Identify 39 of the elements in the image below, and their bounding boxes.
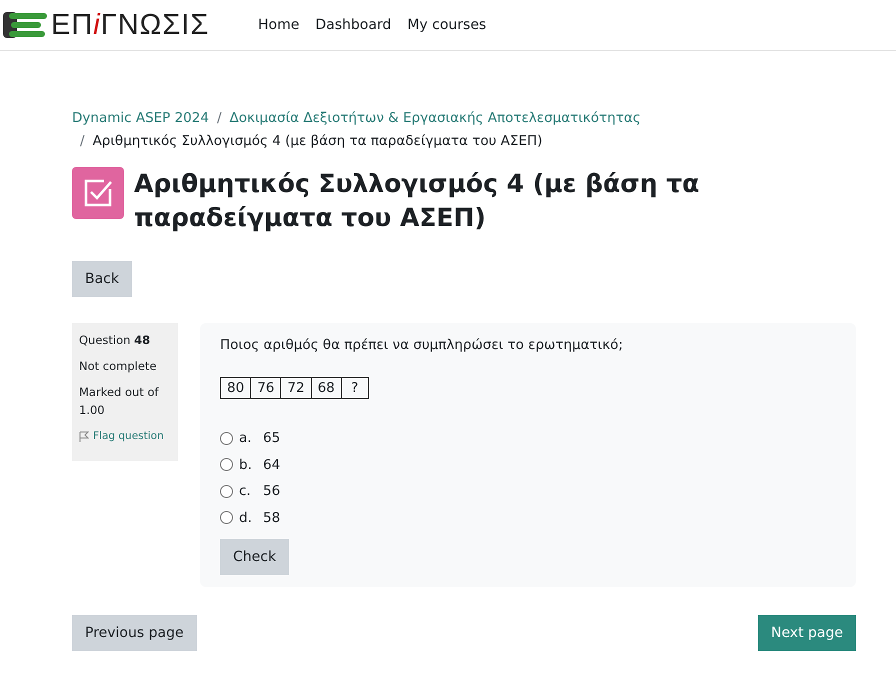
- option-label[interactable]: 64: [263, 456, 280, 473]
- breadcrumb-link[interactable]: Dynamic ASEP 2024: [72, 110, 209, 126]
- check-button[interactable]: Check: [220, 539, 290, 575]
- table-cell: 68: [311, 378, 342, 398]
- back-button[interactable]: Back: [72, 261, 132, 297]
- radio-button[interactable]: [220, 511, 233, 524]
- previous-page-button[interactable]: Previous page: [72, 615, 197, 651]
- breadcrumb-separator: /: [80, 133, 85, 149]
- option-letter: d.: [239, 510, 253, 526]
- quiz-icon: [72, 167, 124, 219]
- option-letter: a.: [239, 430, 253, 446]
- next-page-button[interactable]: Next page: [758, 615, 856, 651]
- table-cell: 72: [280, 378, 312, 398]
- question-number: Question 48: [79, 332, 152, 349]
- nav-link[interactable]: My courses: [407, 17, 486, 33]
- table-cell: 76: [250, 378, 281, 398]
- question-text: Ποιος αριθμός θα πρέπει να συμπληρώσει το ερωτηματικό;: [220, 337, 624, 353]
- option-label[interactable]: 56: [263, 483, 280, 500]
- radio-button[interactable]: [220, 458, 233, 472]
- question-mark: Marked out of 1.00: [79, 384, 160, 419]
- breadcrumb-current: Αριθμητικός Συλλογισμός 4 (με βάση τα παραδείγματα του ΑΣΕΠ): [92, 133, 542, 149]
- question-state: Not complete: [79, 358, 158, 375]
- breadcrumb-separator: /: [216, 110, 222, 126]
- option-letter: b.: [239, 456, 253, 473]
- radio-button[interactable]: [220, 484, 233, 498]
- logo-text: ΕΠiΓΝΩΣΙΣ: [51, 8, 210, 42]
- flag-question-link[interactable]: Flag question: [93, 427, 164, 445]
- breadcrumb-link[interactable]: Δοκιμασία Δεξιοτήτων & Εργασιακής Αποτελεσματικότητας: [230, 110, 641, 126]
- option-label[interactable]: 65: [263, 430, 280, 446]
- table-cell: ?: [341, 378, 368, 398]
- table-cell: 80: [220, 378, 251, 398]
- page-title: Αριθμητικός Συλλογισμός 4 (με βάση τα παραδείγματα του ΑΣΕΠ): [134, 168, 700, 234]
- flag-icon[interactable]: [79, 430, 89, 442]
- option-letter: c.: [239, 483, 252, 500]
- nav-link[interactable]: Dashboard: [315, 17, 392, 33]
- option-label[interactable]: 58: [263, 510, 280, 526]
- logo-icon: [3, 9, 49, 41]
- radio-button[interactable]: [220, 432, 233, 445]
- nav-link[interactable]: Home: [258, 17, 300, 33]
